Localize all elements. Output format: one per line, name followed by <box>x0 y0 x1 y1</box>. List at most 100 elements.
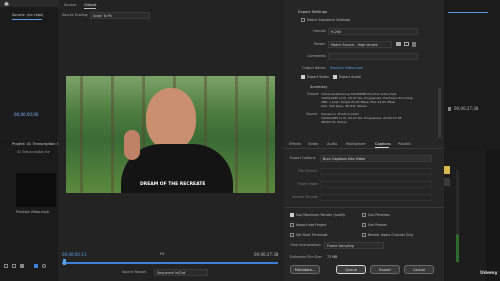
save-preset-icon[interactable] <box>396 42 401 46</box>
program-timecode: 00;00;27;38 <box>454 106 479 111</box>
metadata-button[interactable]: Metadata... <box>290 265 320 274</box>
source-scaling-value: Scale To Fit <box>93 13 112 18</box>
tab-output[interactable]: Output <box>84 3 96 7</box>
source-tab[interactable]: Source: (no clips) <box>12 13 43 18</box>
source-scaling-label: Source Scaling: <box>62 13 89 17</box>
tab-captions[interactable]: Captions <box>375 142 391 146</box>
pencil-icon[interactable] <box>4 264 8 268</box>
format-value: H.264 <box>331 29 342 34</box>
tab-audio[interactable]: Audio <box>327 142 337 146</box>
summary-output-line-4: AAC, 320 kbps, 48 kHz, Stereo <box>321 104 367 108</box>
project-clip-name: Practice Video.mp4 <box>16 210 49 214</box>
preview-timecode-left: 00:00:00:11 <box>62 252 87 257</box>
set-start-timecode-label: Set Start Timecode <box>296 232 328 237</box>
preset-value: Match Source - High bitrate <box>331 42 378 47</box>
project-title[interactable]: Project: 41 Transcription Ite <box>12 142 61 147</box>
project-clip-thumbnail[interactable] <box>16 173 56 207</box>
file-format-label: File Format: <box>298 169 318 173</box>
match-sequence-label: Match Sequence Settings <box>307 17 351 22</box>
export-video-label: Export Video <box>307 74 329 79</box>
use-max-render-checkbox[interactable] <box>290 213 294 217</box>
use-previews-label: Use Previews <box>368 212 390 217</box>
export-options-select[interactable]: Burn Captions Into Video <box>320 155 432 162</box>
tab-effects[interactable]: Effects <box>289 142 301 146</box>
export-preview-pane: Source Output Source Scaling: Scale To F… <box>58 0 284 281</box>
fit-select[interactable]: Fit <box>160 252 164 257</box>
comments-label: Comments: <box>307 54 327 58</box>
source-tab-underline <box>12 19 42 20</box>
person-hand <box>124 130 140 160</box>
tab-source[interactable]: Source <box>64 3 76 7</box>
preview-timecode-right: 00:00:27:38 <box>254 252 279 257</box>
source-timecode: 00;00;00;00 <box>14 112 39 117</box>
bottom-options-divider <box>284 207 444 208</box>
queue-button[interactable]: Queue <box>336 265 366 274</box>
tab-output-underline <box>84 8 96 9</box>
set-start-timecode-checkbox[interactable] <box>290 233 294 237</box>
export-button[interactable]: Export <box>370 265 400 274</box>
source-range-select[interactable]: Sequence In/Out <box>154 269 208 276</box>
summary-title: Summary <box>310 85 328 89</box>
udemy-watermark: Udemy <box>480 271 498 276</box>
tab-video[interactable]: Video <box>308 142 318 146</box>
summary-source-label: Source: <box>306 112 319 116</box>
file-format-select <box>320 168 432 175</box>
export-video-checkbox[interactable] <box>301 75 305 79</box>
wrench-icon[interactable] <box>448 107 451 111</box>
comments-input[interactable] <box>328 53 418 60</box>
preview-scrubber-fill <box>62 262 278 264</box>
render-alpha-label: Render Alpha Channel Only <box>368 232 414 237</box>
icon-view-icon[interactable] <box>20 264 24 268</box>
stream-format-label: Stream Format: <box>292 195 319 199</box>
format-label: Format: <box>313 29 327 33</box>
est-file-size-label: Estimated File Size: <box>290 255 323 259</box>
video-preview: DREAM OF THE RECREATE <box>66 76 275 193</box>
export-options-value: Burn Captions Into Video <box>323 156 366 161</box>
timeline-track-2[interactable] <box>444 178 450 186</box>
frame-rate-label: Frame Rate: <box>298 182 319 186</box>
render-alpha-checkbox[interactable] <box>362 233 366 237</box>
settings-tabs-divider <box>284 148 444 149</box>
project-toolbar-icons[interactable] <box>4 264 56 270</box>
output-name-link[interactable]: Practice Video.mp4 <box>330 66 363 70</box>
timeline-panel: Udemy <box>444 150 500 281</box>
tab-multiplexer[interactable]: Multiplexer <box>346 142 366 146</box>
use-previews-checkbox[interactable] <box>362 213 366 217</box>
use-max-render-label: Use Maximum Render Quality <box>296 212 346 217</box>
export-settings-pane: Export Settings Match Sequence Settings … <box>284 0 444 281</box>
tab-captions-underline <box>375 147 389 148</box>
tab-publish[interactable]: Publish <box>398 142 411 146</box>
use-proxies-label: Use Proxies <box>368 222 387 227</box>
summary-output-label: Output: <box>307 92 320 96</box>
program-tab-underline <box>448 12 488 13</box>
export-options-label: Export Options: <box>290 156 317 160</box>
time-interp-select[interactable]: Frame Sampling <box>324 242 384 249</box>
format-select[interactable]: H.264 <box>328 28 418 35</box>
stream-format-select <box>320 194 432 201</box>
playhead-handle[interactable] <box>63 259 66 265</box>
search-icon[interactable] <box>42 264 46 268</box>
project-subtitle: 41 Transcription Ite <box>17 150 50 154</box>
export-audio-label: Export Audio <box>339 74 361 79</box>
burned-in-caption: DREAM OF THE RECREATE <box>140 182 206 187</box>
match-sequence-checkbox[interactable] <box>301 18 305 22</box>
source-range-value: Sequence In/Out <box>157 270 186 275</box>
use-proxies-checkbox[interactable] <box>362 223 366 227</box>
source-monitor-panel: Source: (no clips) 00;00;00;00 <box>0 7 58 138</box>
preset-label: Preset: <box>314 42 326 46</box>
import-preset-icon[interactable] <box>404 42 409 46</box>
export-audio-checkbox[interactable] <box>333 75 337 79</box>
timeline-track-1[interactable] <box>444 166 450 174</box>
preset-select[interactable]: Match Source - High bitrate <box>328 41 392 48</box>
timeline-right-column <box>486 150 500 281</box>
import-into-project-checkbox[interactable] <box>290 223 294 227</box>
new-item-icon[interactable] <box>34 264 38 268</box>
program-monitor-panel: 00;00;27;38 <box>444 0 500 150</box>
home-icon[interactable] <box>4 1 9 6</box>
delete-preset-icon[interactable] <box>412 42 416 47</box>
settings-scrollbar[interactable] <box>438 88 441 138</box>
list-view-icon[interactable] <box>12 264 16 268</box>
source-scaling-select[interactable]: Scale To Fit <box>90 12 150 19</box>
source-range-label: Source Range: <box>122 270 147 274</box>
cancel-button[interactable]: Cancel <box>404 265 434 274</box>
